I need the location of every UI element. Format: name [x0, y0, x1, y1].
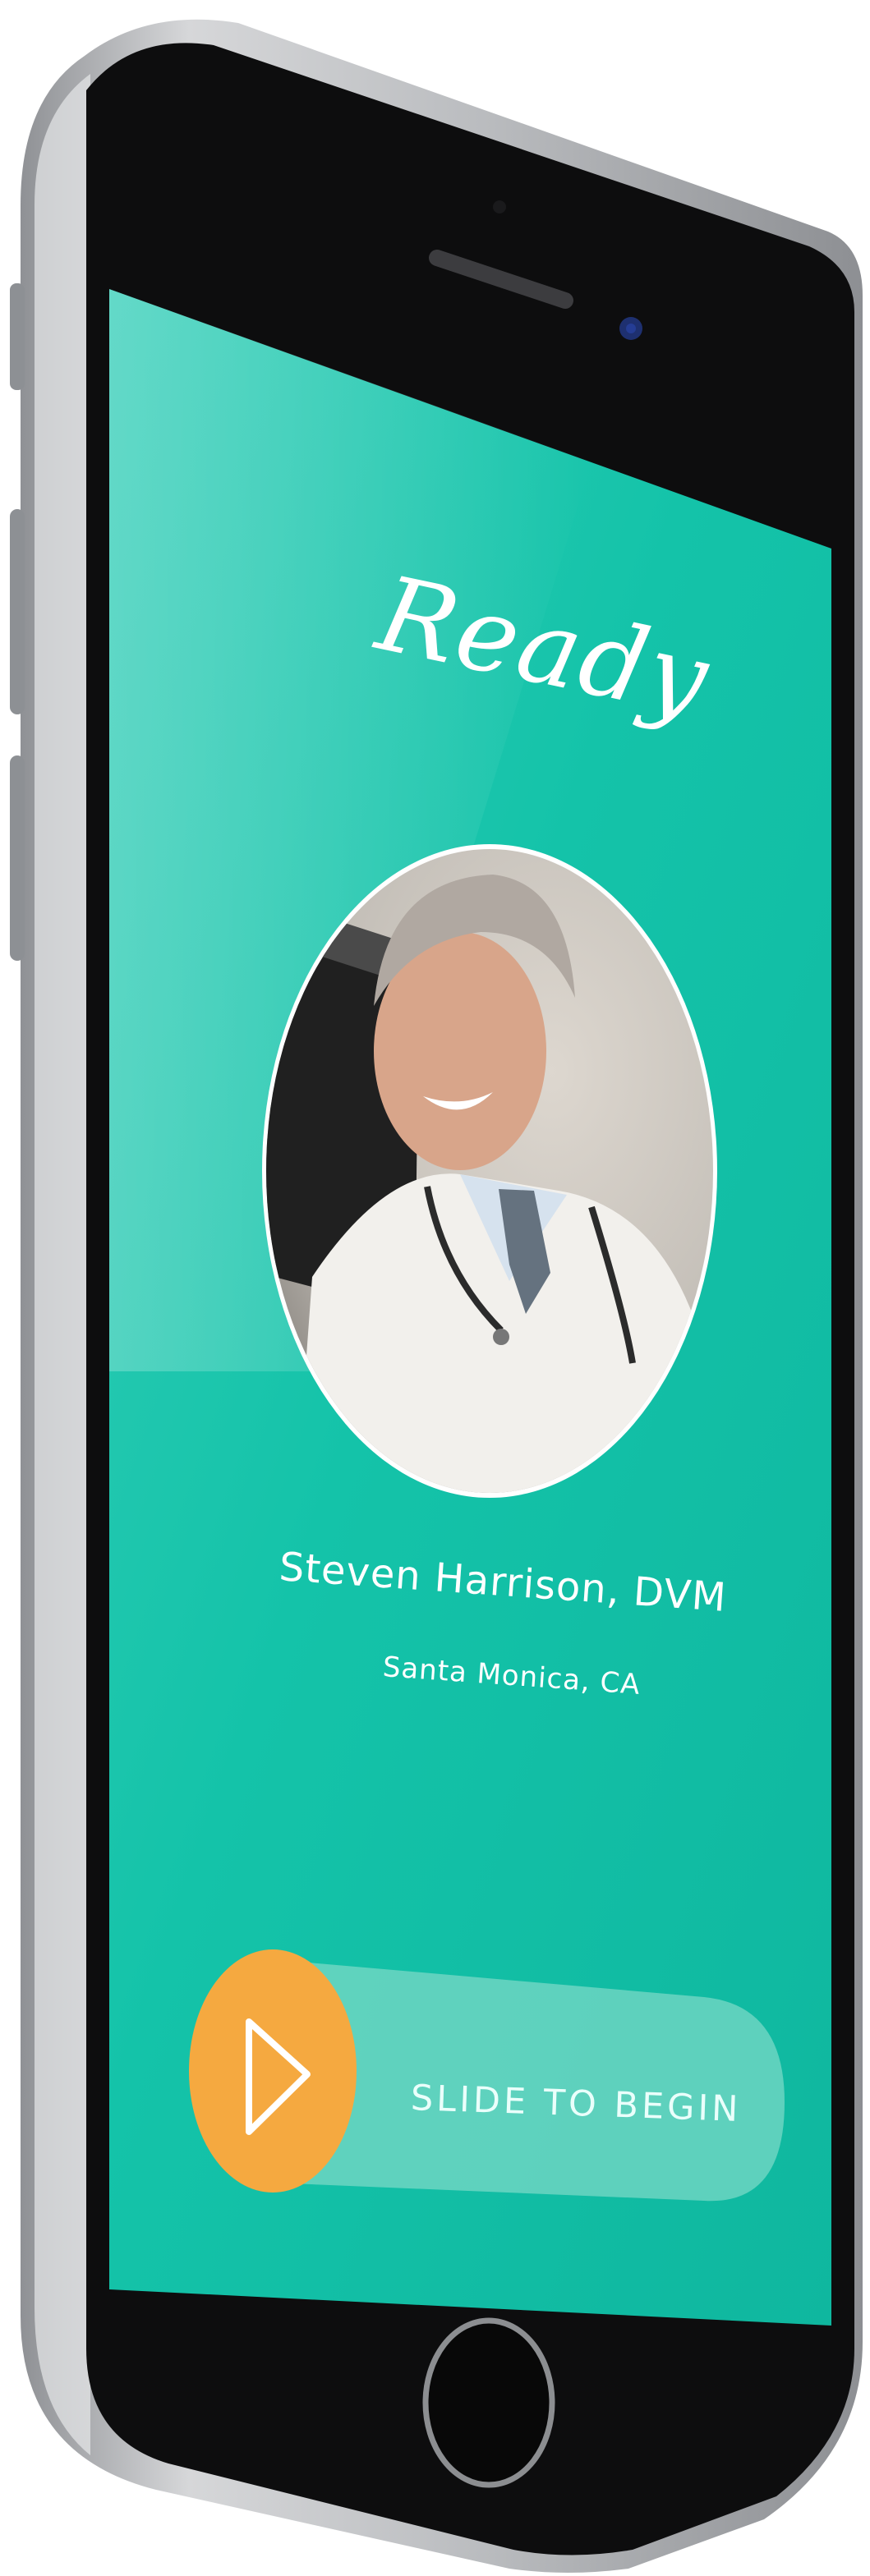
volume-up-button	[10, 509, 25, 714]
home-button[interactable]	[422, 2317, 555, 2488]
phone-mockup: Ready Steven Harrison, DVM Santa Monica,…	[0, 0, 870, 2574]
proximity-sensor	[493, 200, 506, 214]
slider-knob[interactable]	[189, 1949, 357, 2193]
phone-body-edge	[35, 74, 90, 2455]
phone-illustration	[10, 19, 863, 2574]
mute-switch	[10, 283, 25, 390]
volume-down-button	[10, 755, 25, 961]
